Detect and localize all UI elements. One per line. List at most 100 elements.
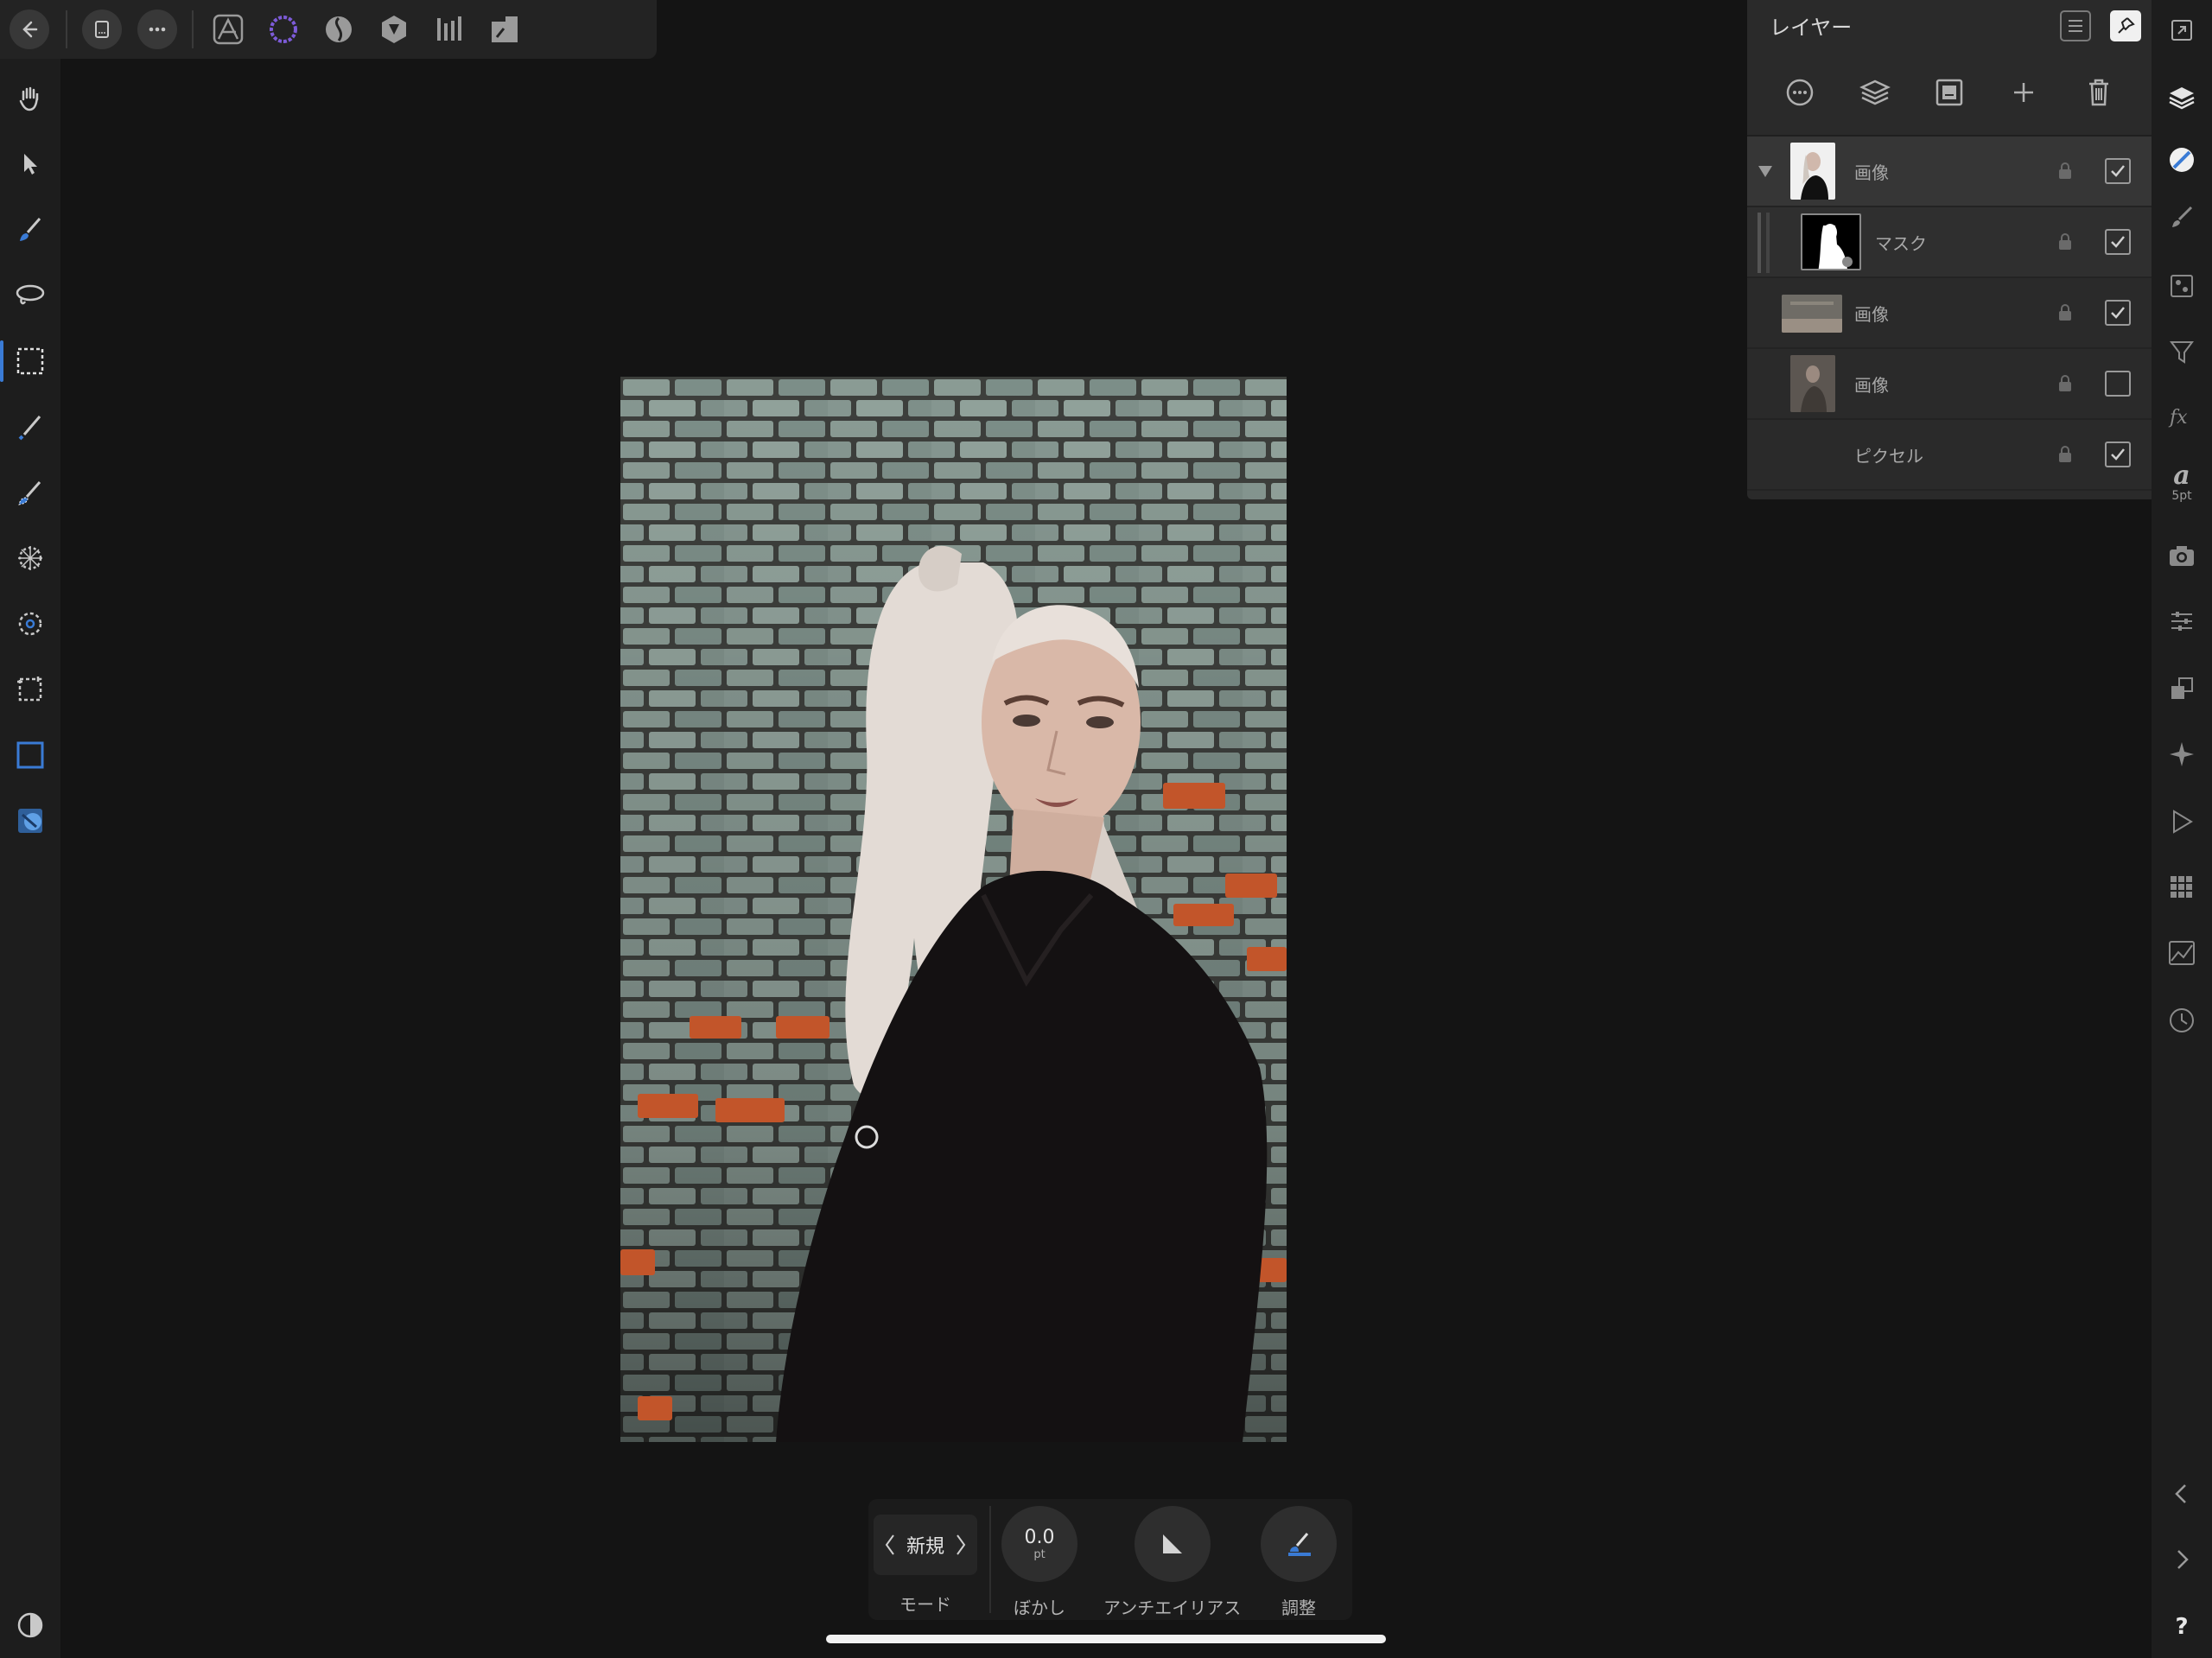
layer-row[interactable]: 画像 [1747, 349, 2152, 420]
selection-persona-button[interactable] [256, 2, 311, 57]
layer-row[interactable]: 画像 [1747, 278, 2152, 349]
layer-options-button[interactable] [1774, 67, 1826, 118]
add-mask-button[interactable] [1923, 67, 1975, 118]
clone-tool[interactable] [0, 788, 60, 854]
fx-studio-button[interactable]: fx [2152, 387, 2212, 448]
lock-icon[interactable] [2056, 232, 2074, 251]
freehand-selection-tool[interactable] [0, 263, 60, 328]
layer-row[interactable]: 画像 [1747, 137, 2152, 207]
histogram-studio-button[interactable] [2152, 923, 2212, 983]
clone-icon [18, 809, 42, 833]
navigator-studio-button[interactable] [2152, 724, 2212, 785]
brushes-studio-button[interactable] [2152, 187, 2212, 247]
hand-tool[interactable] [0, 66, 60, 131]
export-persona-button[interactable] [477, 2, 532, 57]
refine-label: 調整 [1281, 1598, 1316, 1618]
feather-label: ぼかし [1014, 1598, 1065, 1618]
expand-triangle-icon[interactable] [1756, 162, 1775, 181]
transform-studio-button[interactable] [2152, 658, 2212, 719]
visibility-checkbox[interactable] [2105, 158, 2131, 184]
marquee-icon [16, 347, 44, 375]
channels-studio-button[interactable] [2152, 256, 2212, 316]
layers-studio-button[interactable] [2152, 67, 2212, 128]
chevron-left-icon[interactable] [884, 1533, 896, 1557]
studio-bar: fx a 5pt ? [2152, 0, 2212, 1658]
camera-icon [2170, 546, 2194, 566]
refine-button[interactable] [1261, 1506, 1337, 1582]
pointer-icon [24, 154, 37, 175]
paint-brush-tool[interactable] [0, 197, 60, 263]
fullscreen-button[interactable] [2152, 0, 2212, 60]
flood-select-tool[interactable] [0, 525, 60, 591]
home-indicator[interactable] [826, 1635, 1386, 1643]
document-icon [82, 10, 122, 49]
more-icon [137, 10, 177, 49]
filter-studio-button[interactable] [2152, 321, 2212, 382]
macro-studio-button[interactable] [2152, 791, 2212, 852]
toolbar-divider [66, 10, 67, 48]
checkmark-icon [2111, 165, 2125, 177]
layer-thumbnail [1790, 355, 1835, 412]
pin-panel-button[interactable] [2110, 10, 2141, 41]
context-divider [989, 1506, 991, 1613]
selection-brush-tool[interactable] [0, 394, 60, 460]
layer-row[interactable]: マスク [1747, 207, 2152, 278]
export-persona-icon [492, 16, 518, 42]
refine-brush-tool[interactable] [0, 460, 60, 525]
lock-icon[interactable] [2056, 445, 2074, 464]
history-icon [2170, 1008, 2194, 1032]
rectangle-icon [16, 741, 44, 769]
lock-icon[interactable] [2056, 162, 2074, 181]
liquify-persona-icon [326, 16, 352, 42]
crop-tool[interactable] [0, 657, 60, 722]
feather-dial[interactable]: 0.0 pt [1001, 1506, 1077, 1582]
refine-control: 調整 [1261, 1506, 1337, 1619]
text-styles-studio-button[interactable]: a 5pt [2152, 453, 2212, 513]
chevron-right-icon[interactable] [955, 1533, 967, 1557]
develop-persona-button[interactable] [366, 2, 422, 57]
refine-brush-icon [1288, 1533, 1311, 1556]
camera-studio-button[interactable] [2152, 525, 2212, 586]
panel-menu-button[interactable] [2060, 10, 2091, 41]
help-icon: ? [2175, 1614, 2189, 1640]
adjustments-studio-button[interactable] [2152, 591, 2212, 651]
rectangle-selection-tool[interactable] [0, 722, 60, 788]
tone-mapping-persona-button[interactable] [422, 2, 477, 57]
collapse-right-button[interactable] [2152, 1529, 2212, 1590]
photo-persona-button[interactable] [200, 2, 256, 57]
color-studio-button[interactable] [2152, 130, 2212, 190]
document-canvas[interactable] [620, 377, 1287, 1442]
trash-icon [2088, 79, 2108, 106]
svg-text:fx: fx [2168, 407, 2188, 429]
add-layer-button[interactable] [1998, 67, 2050, 118]
lock-icon[interactable] [2056, 303, 2074, 322]
feather-control: 0.0 pt ぼかし [1001, 1506, 1077, 1619]
liquify-persona-button[interactable] [311, 2, 366, 57]
sampled-color-tool[interactable] [0, 591, 60, 657]
brushes-icon [2172, 206, 2193, 227]
top-toolbar [0, 0, 657, 59]
lock-icon[interactable] [2056, 374, 2074, 393]
antialias-toggle[interactable] [1134, 1506, 1211, 1582]
visibility-checkbox[interactable] [2105, 371, 2131, 397]
collapse-left-button[interactable] [2152, 1464, 2212, 1524]
visibility-checkbox[interactable] [2105, 229, 2131, 255]
history-studio-button[interactable] [2152, 990, 2212, 1051]
visibility-checkbox[interactable] [2105, 300, 2131, 326]
back-button[interactable] [0, 2, 59, 57]
add-adjustment-layer-button[interactable] [1849, 67, 1901, 118]
visibility-checkbox[interactable] [2105, 441, 2131, 467]
sampled-color-icon [18, 612, 42, 636]
mode-selector[interactable]: 新規 [874, 1515, 977, 1575]
layer-row[interactable]: ピクセル [1747, 420, 2152, 491]
delete-layer-button[interactable] [2073, 67, 2125, 118]
list-icon [2069, 20, 2082, 32]
document-button[interactable] [74, 2, 130, 57]
help-button[interactable]: ? [2152, 1597, 2212, 1657]
swatches-studio-button[interactable] [2152, 857, 2212, 918]
marquee-selection-tool[interactable] [0, 328, 60, 394]
chevron-left-icon [2175, 1484, 2186, 1503]
more-button[interactable] [130, 2, 185, 57]
contrast-toggle[interactable] [0, 1592, 60, 1658]
move-tool[interactable] [0, 131, 60, 197]
